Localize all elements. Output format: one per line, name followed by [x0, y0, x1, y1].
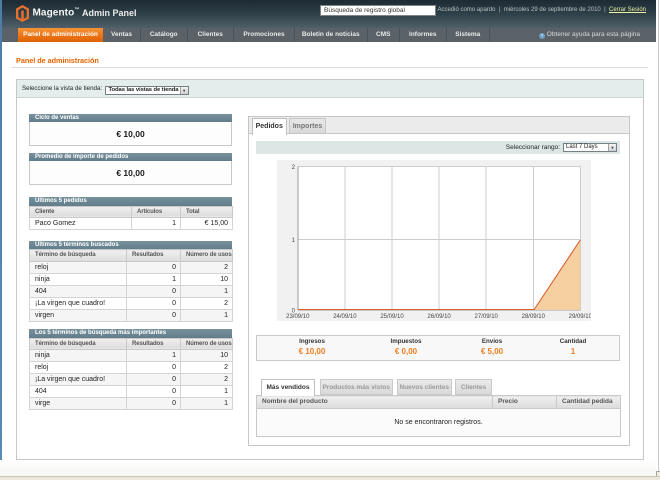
svg-text:26/09/10: 26/09/10	[427, 314, 451, 320]
svg-text:24/09/10: 24/09/10	[333, 314, 357, 320]
svg-text:28/09/10: 28/09/10	[522, 314, 546, 320]
svg-text:29/09/10: 29/09/10	[569, 314, 591, 320]
svg-text:23/09/10: 23/09/10	[286, 314, 310, 320]
svg-text:27/09/10: 27/09/10	[475, 314, 499, 320]
svg-text:25/09/10: 25/09/10	[380, 314, 404, 320]
